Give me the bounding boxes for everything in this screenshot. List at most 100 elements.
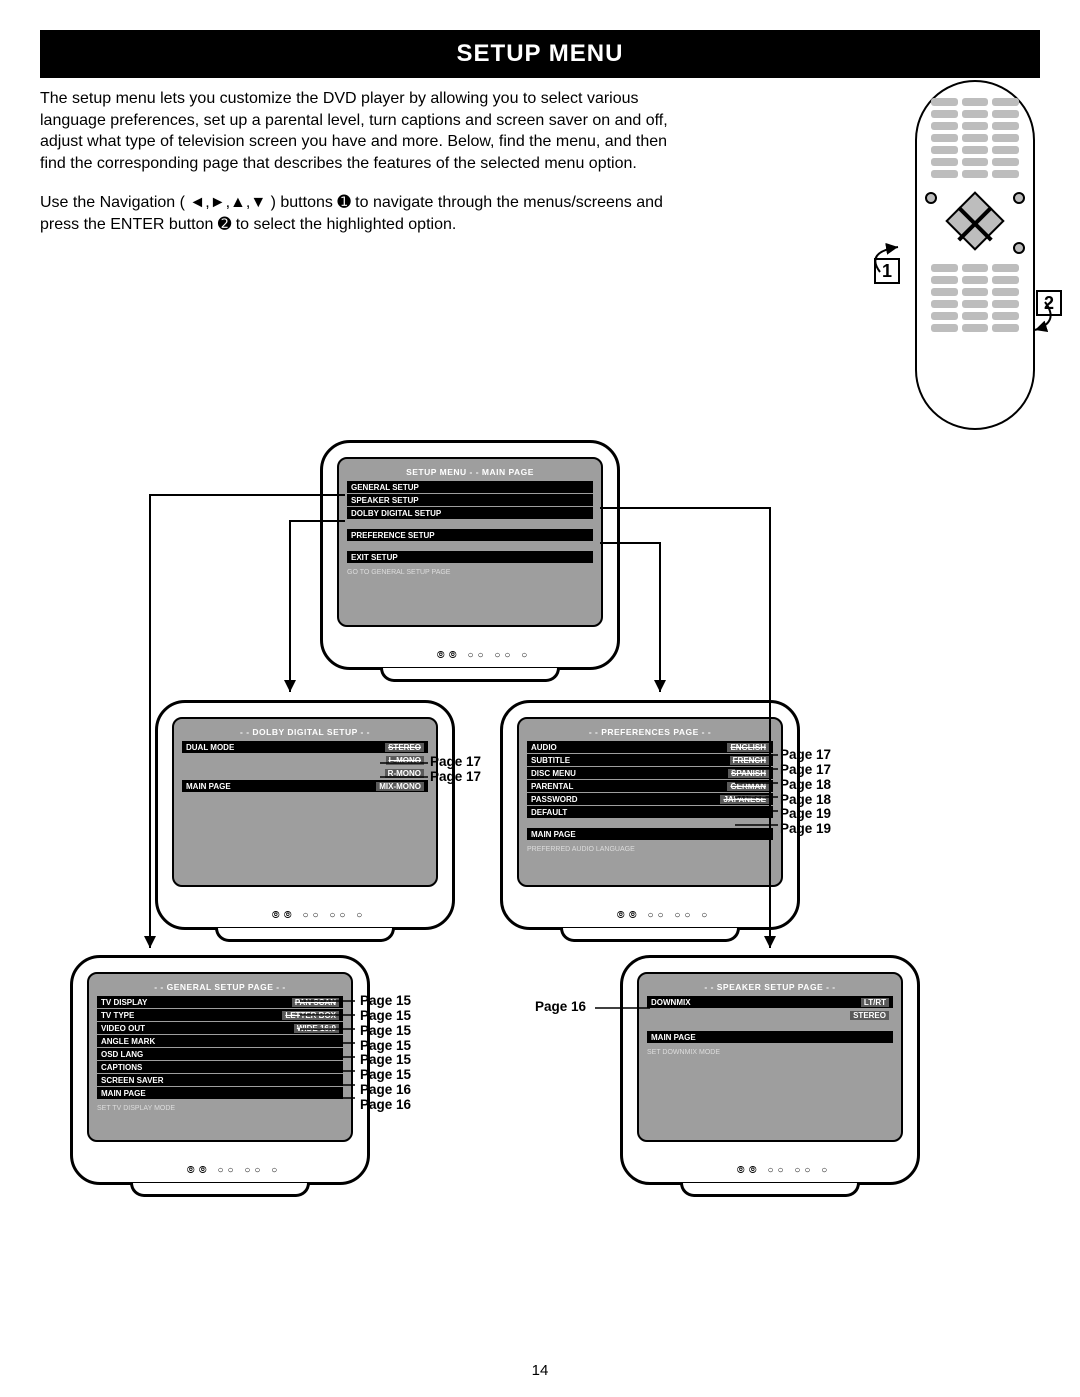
menu-item-label: VIDEO OUT <box>101 1024 145 1033</box>
nav-prefix: Use the Navigation ( <box>40 194 185 211</box>
menu-item-value: R-MONO <box>385 769 424 778</box>
menu-item-label: MAIN PAGE <box>651 1033 696 1042</box>
menu-item: PREFERENCE SETUP <box>347 529 593 541</box>
screen-main-hint: GO TO GENERAL SETUP PAGE <box>347 569 593 576</box>
prefs-page-refs: Page 17Page 17Page 18Page 18Page 19Page … <box>780 748 831 837</box>
menu-item-value: ENGLISH <box>727 743 769 752</box>
menu-item-value: MIX-MONO <box>376 782 424 791</box>
page-reference: Page 19 <box>780 807 831 822</box>
screen-speaker-hint: SET DOWNMIX MODE <box>647 1049 893 1056</box>
menu-item-label: PREFERENCE SETUP <box>351 531 435 540</box>
tv-general-setup: - - GENERAL SETUP PAGE - - TV DISPLAY PAN… <box>70 955 370 1185</box>
menu-item-label: DOWNMIX <box>651 998 691 1007</box>
menu-item-label: GENERAL SETUP <box>351 483 419 492</box>
menu-item: DOWNMIXLT/RT <box>647 996 893 1008</box>
tv-dolby-setup: - - DOLBY DIGITAL SETUP - - DUAL MODESTE… <box>155 700 455 930</box>
page-reference: Page 17 <box>780 763 831 778</box>
navigation-instructions: Use the Navigation ( ◄,►,▲,▼ ) buttons ➊… <box>40 192 680 235</box>
menu-item: MAIN PAGE <box>527 828 773 840</box>
general-page-refs: Page 15Page 15Page 15Page 15Page 15Page … <box>360 994 411 1113</box>
menu-item: EXIT SETUP <box>347 551 593 563</box>
menu-item: DOLBY DIGITAL SETUP <box>347 507 593 519</box>
page-reference: Page 18 <box>780 778 831 793</box>
page-reference: Page 16 <box>535 1000 586 1015</box>
menu-item: L-MONO <box>182 754 428 766</box>
page-reference: Page 15 <box>360 1024 411 1039</box>
menu-item: CAPTIONS <box>97 1061 343 1073</box>
menu-item-label: AUDIO <box>531 743 557 752</box>
screen-general: - - GENERAL SETUP PAGE - - TV DISPLAY PAN… <box>87 972 353 1142</box>
menu-item: PARENTAL GERMAN <box>527 780 773 792</box>
menu-item-label: TV DISPLAY <box>101 998 147 1007</box>
menu-item: TV TYPELETTER BOX <box>97 1009 343 1021</box>
menu-item: STEREO <box>647 1009 893 1021</box>
dolby-page-refs: Page 17Page 17 <box>430 755 481 785</box>
page-reference: Page 15 <box>360 1009 411 1024</box>
remote-control-illustration <box>915 80 1035 430</box>
down-arrow-icon: ▼ <box>250 194 266 211</box>
screen-prefs: - - PREFERENCES PAGE - - AUDIO ENGLISH SUB… <box>517 717 783 887</box>
menu-item: DISC MENUSPANISH <box>527 767 773 779</box>
menu-item-label: EXIT SETUP <box>351 553 398 562</box>
menu-item-label: OSD LANG <box>101 1050 143 1059</box>
page-number: 14 <box>532 1362 549 1379</box>
menu-item-label: PARENTAL <box>531 782 573 791</box>
menu-item: ANGLE MARK <box>97 1035 343 1047</box>
menu-item-value: JAPANESE <box>720 795 769 804</box>
menu-item: SPEAKER SETUP <box>347 494 593 506</box>
page-reference: Page 17 <box>430 755 481 770</box>
menu-item-label: ANGLE MARK <box>101 1037 155 1046</box>
remote-dpad <box>917 186 1033 256</box>
menu-item-label: SUBTITLE <box>531 756 570 765</box>
menu-item: MAIN PAGEMIX-MONO <box>182 780 428 792</box>
up-arrow-icon: ▲ <box>230 194 246 211</box>
tv-knobs: ⦾⦾ ○○ ○○ ○ <box>637 1165 931 1176</box>
screen-speaker: - - SPEAKER SETUP PAGE - - DOWNMIXLT/RT S… <box>637 972 903 1142</box>
callout-flag-1: 1 <box>874 258 900 284</box>
left-arrow-icon: ◄ <box>189 194 205 211</box>
tv-knobs: ⦾⦾ ○○ ○○ ○ <box>172 910 466 921</box>
menu-item: R-MONO <box>182 767 428 779</box>
screen-general-title: - - GENERAL SETUP PAGE - - <box>97 982 343 992</box>
menu-item-value: PAN SCAN <box>292 998 339 1007</box>
page-reference: Page 15 <box>360 1068 411 1083</box>
screen-dolby-title: - - DOLBY DIGITAL SETUP - - <box>182 727 428 737</box>
page-reference: Page 15 <box>360 1039 411 1054</box>
screen-main: SETUP MENU - - MAIN PAGE GENERAL SETUP SP… <box>337 457 603 627</box>
intro-paragraph: The setup menu lets you customize the DV… <box>40 88 680 174</box>
menu-item-label: TV TYPE <box>101 1011 134 1020</box>
menu-item: DUAL MODESTEREO <box>182 741 428 753</box>
menu-item: DEFAULT <box>527 806 773 818</box>
speaker-page-refs: Page 16 <box>535 1000 586 1015</box>
page-reference: Page 18 <box>780 793 831 808</box>
callout-flag-2: 2 <box>1036 290 1062 316</box>
screen-prefs-title: - - PREFERENCES PAGE - - <box>527 727 773 737</box>
menu-item-value: GERMAN <box>727 782 769 791</box>
tv-knobs: ⦾⦾ ○○ ○○ ○ <box>517 910 811 921</box>
menu-item-value: L-MONO <box>386 756 424 765</box>
menu-item: PASSWORDJAPANESE <box>527 793 773 805</box>
screen-dolby: - - DOLBY DIGITAL SETUP - - DUAL MODESTE… <box>172 717 438 887</box>
screen-main-title: SETUP MENU - - MAIN PAGE <box>347 467 593 477</box>
right-arrow-icon: ► <box>210 194 226 211</box>
step-1-icon: ➊ <box>337 194 350 211</box>
page-reference: Page 15 <box>360 994 411 1009</box>
menu-item-label: MAIN PAGE <box>101 1089 146 1098</box>
page-reference: Page 17 <box>430 770 481 785</box>
menu-item-value: STEREO <box>850 1011 889 1020</box>
menu-item: MAIN PAGE <box>647 1031 893 1043</box>
tv-knobs: ⦾⦾ ○○ ○○ ○ <box>87 1165 381 1176</box>
menu-item: MAIN PAGE <box>97 1087 343 1099</box>
menu-item-label: SCREEN SAVER <box>101 1076 164 1085</box>
menu-item: SUBTITLE FRENCH <box>527 754 773 766</box>
menu-item: TV DISPLAY PAN SCAN <box>97 996 343 1008</box>
tv-main-page: SETUP MENU - - MAIN PAGE GENERAL SETUP SP… <box>320 440 620 670</box>
page-reference: Page 17 <box>780 748 831 763</box>
menu-item: OSD LANG <box>97 1048 343 1060</box>
step-2-icon: ➋ <box>218 216 231 233</box>
page-reference: Page 16 <box>360 1083 411 1098</box>
menu-item-label: DUAL MODE <box>186 743 234 752</box>
menu-item-value: FRENCH <box>730 756 769 765</box>
menu-item-label: SPEAKER SETUP <box>351 496 419 505</box>
screen-speaker-title: - - SPEAKER SETUP PAGE - - <box>647 982 893 992</box>
